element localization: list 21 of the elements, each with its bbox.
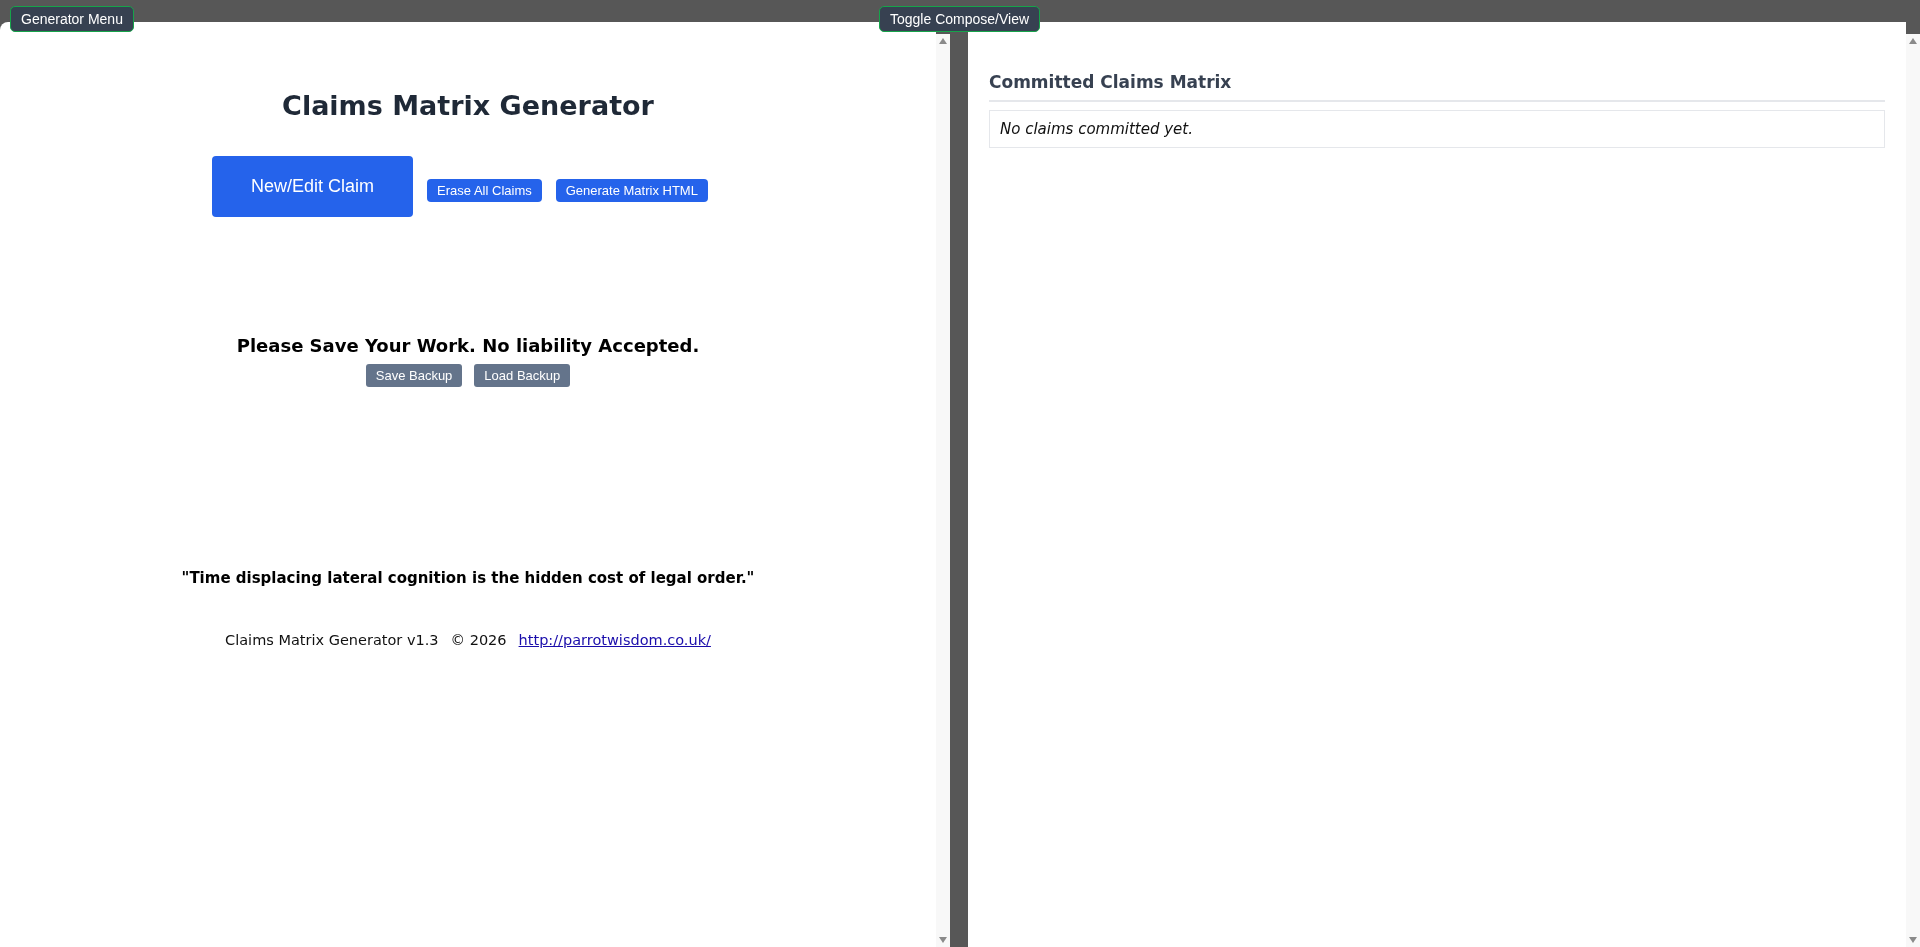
generator-menu-button[interactable]: Generator Menu bbox=[10, 6, 134, 32]
website-link[interactable]: http://parrotwisdom.co.uk/ bbox=[518, 632, 711, 648]
new-edit-claim-button[interactable]: New/Edit Claim bbox=[212, 156, 414, 217]
quote-text: "Time displacing lateral cognition is the hidden cost of legal order." bbox=[181, 569, 755, 587]
copyright-text: © 2026 bbox=[450, 632, 507, 648]
empty-message: No claims committed yet. bbox=[989, 110, 1885, 148]
scroll-down-icon[interactable] bbox=[939, 937, 947, 943]
scroll-down-icon[interactable] bbox=[1909, 937, 1917, 943]
backup-button[interactable]: Save Backup bbox=[365, 364, 463, 387]
scrollbar[interactable] bbox=[936, 34, 950, 947]
page-title: Claims Matrix Generator bbox=[282, 90, 654, 121]
matrix-heading: Committed Claims Matrix bbox=[989, 72, 1885, 102]
toggle-compose-view-button[interactable]: Toggle Compose/View bbox=[879, 6, 1041, 32]
action-button[interactable]: Generate Matrix HTML bbox=[555, 179, 708, 202]
version-text: Claims Matrix Generator v1.3 bbox=[225, 632, 439, 648]
scroll-up-icon[interactable] bbox=[939, 38, 947, 44]
scroll-up-icon[interactable] bbox=[1909, 38, 1917, 44]
scrollbar[interactable] bbox=[1906, 34, 1920, 947]
action-button[interactable]: Erase All Claims bbox=[427, 179, 542, 202]
backup-button[interactable]: Load Backup bbox=[474, 364, 571, 387]
save-warning: Please Save Your Work. No liability Accepted. bbox=[236, 335, 700, 356]
